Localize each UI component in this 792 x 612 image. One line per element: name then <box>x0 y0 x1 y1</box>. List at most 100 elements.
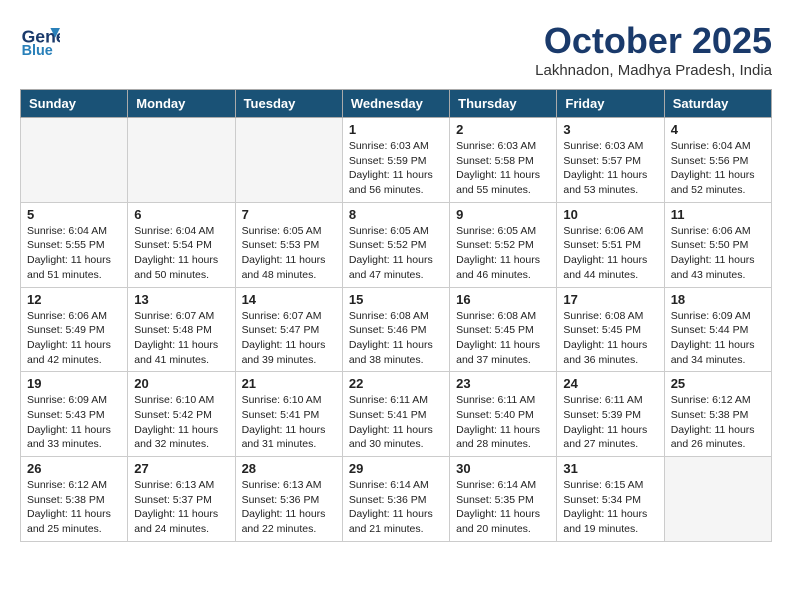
calendar-cell: 16 Sunrise: 6:08 AM Sunset: 5:45 PM Dayli… <box>450 287 557 372</box>
calendar-week-row: 1 Sunrise: 6:03 AM Sunset: 5:59 PM Daylig… <box>21 118 772 203</box>
calendar-cell: 15 Sunrise: 6:08 AM Sunset: 5:46 PM Dayli… <box>342 287 449 372</box>
day-content: Sunrise: 6:05 AM Sunset: 5:53 PM Dayligh… <box>242 224 336 283</box>
calendar-cell: 10Sunrise: 6:06 AM Sunset: 5:51 PM Dayli… <box>557 202 664 287</box>
calendar-week-row: 12 Sunrise: 6:06 AM Sunset: 5:49 PM Dayli… <box>21 287 772 372</box>
day-number: 15 <box>349 292 443 307</box>
day-content: Sunrise: 6:03 AM Sunset: 5:58 PM Dayligh… <box>456 139 550 198</box>
day-of-week-header: Sunday <box>21 90 128 118</box>
day-content: Sunrise: 6:04 AM Sunset: 5:55 PM Dayligh… <box>27 224 121 283</box>
day-content: Sunrise: 6:08 AM Sunset: 5:45 PM Dayligh… <box>563 309 657 368</box>
day-number: 1 <box>349 122 443 137</box>
day-number: 3 <box>563 122 657 137</box>
logo: General Blue <box>20 20 64 60</box>
day-number: 9 <box>456 207 550 222</box>
day-number: 11 <box>671 207 765 222</box>
calendar-cell: 2 Sunrise: 6:03 AM Sunset: 5:58 PM Daylig… <box>450 118 557 203</box>
calendar-cell: 13 Sunrise: 6:07 AM Sunset: 5:48 PM Dayli… <box>128 287 235 372</box>
day-content: Sunrise: 6:07 AM Sunset: 5:48 PM Dayligh… <box>134 309 228 368</box>
day-content: Sunrise: 6:13 AM Sunset: 5:36 PM Dayligh… <box>242 478 336 537</box>
calendar-cell <box>235 118 342 203</box>
day-of-week-header: Tuesday <box>235 90 342 118</box>
day-number: 13 <box>134 292 228 307</box>
location: Lakhnadon, Madhya Pradesh, India <box>535 62 772 79</box>
calendar-cell: 30 Sunrise: 6:14 AM Sunset: 5:35 PM Dayli… <box>450 457 557 542</box>
calendar-cell: 12 Sunrise: 6:06 AM Sunset: 5:49 PM Dayli… <box>21 287 128 372</box>
day-number: 5 <box>27 207 121 222</box>
day-number: 8 <box>349 207 443 222</box>
day-number: 14 <box>242 292 336 307</box>
day-number: 29 <box>349 461 443 476</box>
day-content: Sunrise: 6:04 AM Sunset: 5:54 PM Dayligh… <box>134 224 228 283</box>
day-content: Sunrise: 6:11 AM Sunset: 5:40 PM Dayligh… <box>456 393 550 452</box>
calendar-cell: 3 Sunrise: 6:03 AM Sunset: 5:57 PM Daylig… <box>557 118 664 203</box>
calendar-cell: 20Sunrise: 6:10 AM Sunset: 5:42 PM Dayli… <box>128 372 235 457</box>
day-number: 27 <box>134 461 228 476</box>
calendar-week-row: 19 Sunrise: 6:09 AM Sunset: 5:43 PM Dayli… <box>21 372 772 457</box>
day-content: Sunrise: 6:03 AM Sunset: 5:57 PM Dayligh… <box>563 139 657 198</box>
day-number: 12 <box>27 292 121 307</box>
day-content: Sunrise: 6:06 AM Sunset: 5:49 PM Dayligh… <box>27 309 121 368</box>
day-number: 20 <box>134 376 228 391</box>
day-content: Sunrise: 6:11 AM Sunset: 5:41 PM Dayligh… <box>349 393 443 452</box>
day-content: Sunrise: 6:10 AM Sunset: 5:41 PM Dayligh… <box>242 393 336 452</box>
day-number: 26 <box>27 461 121 476</box>
day-content: Sunrise: 6:03 AM Sunset: 5:59 PM Dayligh… <box>349 139 443 198</box>
calendar-cell: 4 Sunrise: 6:04 AM Sunset: 5:56 PM Daylig… <box>664 118 771 203</box>
calendar-cell: 28 Sunrise: 6:13 AM Sunset: 5:36 PM Dayli… <box>235 457 342 542</box>
calendar-cell: 17 Sunrise: 6:08 AM Sunset: 5:45 PM Dayli… <box>557 287 664 372</box>
calendar-cell <box>128 118 235 203</box>
svg-text:Blue: Blue <box>22 43 53 59</box>
calendar-cell: 22Sunrise: 6:11 AM Sunset: 5:41 PM Dayli… <box>342 372 449 457</box>
day-number: 4 <box>671 122 765 137</box>
calendar-cell <box>21 118 128 203</box>
month-title: October 2025 <box>535 20 772 62</box>
page-header: General Blue October 2025 Lakhnadon, Mad… <box>20 20 772 79</box>
calendar-cell: 1 Sunrise: 6:03 AM Sunset: 5:59 PM Daylig… <box>342 118 449 203</box>
day-content: Sunrise: 6:14 AM Sunset: 5:35 PM Dayligh… <box>456 478 550 537</box>
day-content: Sunrise: 6:09 AM Sunset: 5:44 PM Dayligh… <box>671 309 765 368</box>
day-of-week-header: Saturday <box>664 90 771 118</box>
calendar-cell: 26 Sunrise: 6:12 AM Sunset: 5:38 PM Dayli… <box>21 457 128 542</box>
day-number: 28 <box>242 461 336 476</box>
day-content: Sunrise: 6:05 AM Sunset: 5:52 PM Dayligh… <box>349 224 443 283</box>
calendar-cell: 11 Sunrise: 6:06 AM Sunset: 5:50 PM Dayli… <box>664 202 771 287</box>
calendar-cell: 18 Sunrise: 6:09 AM Sunset: 5:44 PM Dayli… <box>664 287 771 372</box>
day-content: Sunrise: 6:13 AM Sunset: 5:37 PM Dayligh… <box>134 478 228 537</box>
calendar-cell: 14 Sunrise: 6:07 AM Sunset: 5:47 PM Dayli… <box>235 287 342 372</box>
calendar-header-row: SundayMondayTuesdayWednesdayThursdayFrid… <box>21 90 772 118</box>
calendar-cell: 31Sunrise: 6:15 AM Sunset: 5:34 PM Dayli… <box>557 457 664 542</box>
day-content: Sunrise: 6:08 AM Sunset: 5:45 PM Dayligh… <box>456 309 550 368</box>
calendar-cell: 19 Sunrise: 6:09 AM Sunset: 5:43 PM Dayli… <box>21 372 128 457</box>
day-number: 6 <box>134 207 228 222</box>
day-of-week-header: Friday <box>557 90 664 118</box>
day-content: Sunrise: 6:07 AM Sunset: 5:47 PM Dayligh… <box>242 309 336 368</box>
day-of-week-header: Monday <box>128 90 235 118</box>
day-content: Sunrise: 6:06 AM Sunset: 5:50 PM Dayligh… <box>671 224 765 283</box>
day-content: Sunrise: 6:04 AM Sunset: 5:56 PM Dayligh… <box>671 139 765 198</box>
day-number: 2 <box>456 122 550 137</box>
day-content: Sunrise: 6:12 AM Sunset: 5:38 PM Dayligh… <box>27 478 121 537</box>
day-content: Sunrise: 6:14 AM Sunset: 5:36 PM Dayligh… <box>349 478 443 537</box>
day-number: 24 <box>563 376 657 391</box>
day-number: 19 <box>27 376 121 391</box>
day-of-week-header: Wednesday <box>342 90 449 118</box>
calendar-cell: 29 Sunrise: 6:14 AM Sunset: 5:36 PM Dayli… <box>342 457 449 542</box>
day-of-week-header: Thursday <box>450 90 557 118</box>
calendar-cell: 21 Sunrise: 6:10 AM Sunset: 5:41 PM Dayli… <box>235 372 342 457</box>
day-number: 17 <box>563 292 657 307</box>
day-content: Sunrise: 6:08 AM Sunset: 5:46 PM Dayligh… <box>349 309 443 368</box>
day-content: Sunrise: 6:09 AM Sunset: 5:43 PM Dayligh… <box>27 393 121 452</box>
calendar-table: SundayMondayTuesdayWednesdayThursdayFrid… <box>20 89 772 542</box>
calendar-cell: 9Sunrise: 6:05 AM Sunset: 5:52 PM Daylig… <box>450 202 557 287</box>
calendar-cell: 8 Sunrise: 6:05 AM Sunset: 5:52 PM Daylig… <box>342 202 449 287</box>
day-content: Sunrise: 6:06 AM Sunset: 5:51 PM Dayligh… <box>563 224 657 283</box>
day-number: 18 <box>671 292 765 307</box>
calendar-cell: 7Sunrise: 6:05 AM Sunset: 5:53 PM Daylig… <box>235 202 342 287</box>
day-number: 30 <box>456 461 550 476</box>
calendar-cell: 5 Sunrise: 6:04 AM Sunset: 5:55 PM Daylig… <box>21 202 128 287</box>
calendar-cell: 27 Sunrise: 6:13 AM Sunset: 5:37 PM Dayli… <box>128 457 235 542</box>
logo-icon: General Blue <box>20 20 60 60</box>
day-number: 16 <box>456 292 550 307</box>
day-number: 21 <box>242 376 336 391</box>
calendar-cell: 25Sunrise: 6:12 AM Sunset: 5:38 PM Dayli… <box>664 372 771 457</box>
